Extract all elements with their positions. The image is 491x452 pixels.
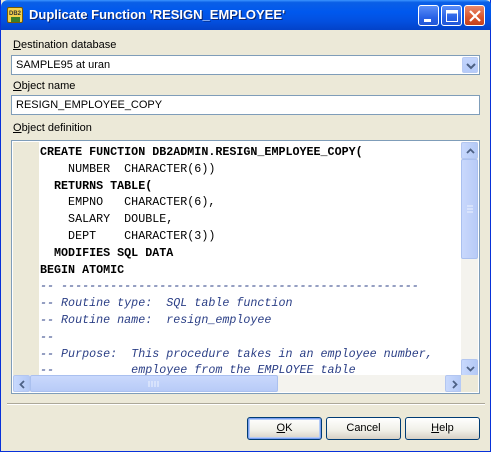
dialog-window: DB2 Duplicate Function 'RESIGN_EMPLOYEE'… [0, 0, 491, 452]
horizontal-scrollbar[interactable] [13, 375, 462, 392]
scroll-right-button[interactable] [445, 375, 462, 392]
object-definition-editor[interactable]: CREATE FUNCTION DB2ADMIN.RESIGN_EMPLOYEE… [11, 140, 480, 394]
scroll-down-button[interactable] [461, 359, 478, 376]
code-line: -- [40, 329, 55, 344]
code-line: -- Routine name: resign_employee [40, 312, 272, 327]
code-line: CREATE FUNCTION DB2ADMIN.RESIGN_EMPLOYEE… [40, 145, 363, 159]
grip-icon [148, 381, 159, 387]
vertical-scroll-thumb[interactable] [461, 159, 478, 259]
grip-icon [467, 205, 473, 213]
object-definition-label: Object definition [13, 122, 92, 134]
title-bar[interactable]: DB2 Duplicate Function 'RESIGN_EMPLOYEE' [1, 0, 491, 30]
cancel-button[interactable]: Cancel [326, 417, 401, 440]
svg-text:DB2: DB2 [9, 11, 22, 17]
maximize-icon [446, 10, 458, 22]
code-line: -- Routine type: SQL table function [40, 296, 293, 311]
destination-database-label: Destination database [13, 39, 117, 51]
editor-gutter [13, 142, 39, 376]
scrollbar-corner [461, 375, 478, 392]
db2-icon: DB2 [7, 7, 23, 23]
code-line: MODIFIES SQL DATA [40, 245, 174, 260]
window-title: Duplicate Function 'RESIGN_EMPLOYEE' [29, 7, 286, 22]
object-name-field[interactable] [11, 95, 480, 115]
chevron-up-icon [466, 148, 475, 154]
object-name-label: Object name [13, 80, 76, 92]
minimize-icon [424, 19, 431, 22]
chevron-left-icon [19, 380, 25, 389]
dropdown-button[interactable] [462, 57, 478, 73]
code-line: DEPT CHARACTER(3)) [40, 228, 216, 243]
ok-button[interactable]: OK [247, 417, 322, 440]
divider [7, 403, 485, 405]
code-line: -- employee from the EMPLOYEE table [40, 363, 356, 376]
code-line: -- Purpose: This procedure takes in an e… [40, 346, 433, 361]
chevron-down-icon [466, 63, 476, 70]
object-name-input[interactable] [12, 96, 479, 114]
close-icon [469, 10, 481, 22]
maximize-button[interactable] [441, 5, 462, 26]
destination-database-select[interactable]: SAMPLE95 at uran [11, 55, 480, 75]
code-area[interactable]: CREATE FUNCTION DB2ADMIN.RESIGN_EMPLOYEE… [40, 144, 460, 376]
scroll-up-button[interactable] [461, 142, 478, 159]
horizontal-scroll-thumb[interactable] [30, 375, 278, 392]
vertical-scrollbar[interactable] [461, 142, 478, 376]
help-button[interactable]: Help [405, 417, 480, 440]
destination-database-value: SAMPLE95 at uran [16, 59, 111, 71]
code-line: RETURNS TABLE( [40, 178, 153, 193]
code-line: -- -------------------------------------… [40, 279, 419, 294]
code-line: EMPNO CHARACTER(6), [40, 195, 216, 210]
minimize-button[interactable] [418, 5, 439, 26]
code-line: SALARY DOUBLE, [40, 212, 174, 227]
code-line: NUMBER CHARACTER(6)) [40, 161, 216, 176]
code-line: BEGIN ATOMIC [40, 262, 125, 277]
close-button[interactable] [464, 5, 485, 26]
scroll-left-button[interactable] [13, 375, 30, 392]
